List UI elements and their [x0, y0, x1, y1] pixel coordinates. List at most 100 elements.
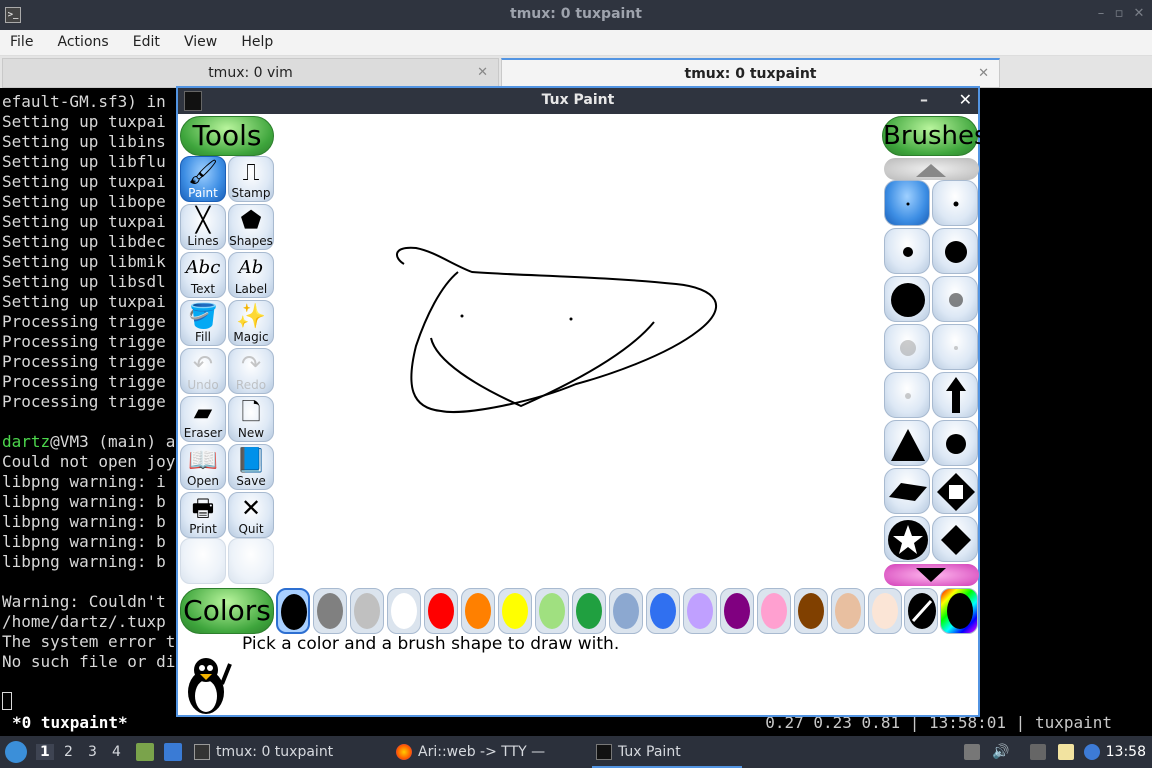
- menu-view[interactable]: View: [174, 30, 226, 50]
- task-terminal[interactable]: tmux: 0 tuxpaint: [190, 736, 380, 768]
- menu-help[interactable]: Help: [231, 30, 282, 50]
- tool-redo-button[interactable]: ↷ Redo: [228, 348, 274, 394]
- brush-diamond-button[interactable]: [932, 516, 978, 562]
- tool-label-button[interactable]: Ab Label: [228, 252, 274, 298]
- brush-round-button[interactable]: [932, 420, 978, 466]
- tab-vim[interactable]: tmux: 0 vim ✕: [2, 58, 499, 88]
- brush-large-dot-button[interactable]: [932, 228, 978, 274]
- brush-fuzzy-dot-button[interactable]: [932, 276, 978, 322]
- tools-header: Tools: [180, 116, 274, 156]
- brush-triangle-button[interactable]: [884, 420, 930, 466]
- workspace-3[interactable]: 3: [88, 744, 97, 760]
- tool-lines-button[interactable]: ╳ Lines: [180, 204, 226, 250]
- tool-save-button[interactable]: 📘 Save: [228, 444, 274, 490]
- color-swatch[interactable]: [424, 588, 458, 634]
- color-swatch[interactable]: [461, 588, 495, 634]
- color-swatch[interactable]: [609, 588, 643, 634]
- color-swatch[interactable]: [276, 588, 310, 634]
- eyedropper-icon: [908, 593, 936, 629]
- brush-soft-gray-tiny-button[interactable]: [884, 372, 930, 418]
- brush-triangle-icon: [891, 429, 925, 461]
- color-swatch[interactable]: [646, 588, 680, 634]
- brush-soft-gray-button[interactable]: [884, 324, 930, 370]
- tab-tuxpaint[interactable]: tmux: 0 tuxpaint ✕: [501, 58, 1000, 88]
- color-swatch[interactable]: [498, 588, 532, 634]
- menu-actions[interactable]: Actions: [48, 30, 118, 50]
- terminal-line: libpng warning: b: [2, 492, 166, 511]
- brush-soft-gray-tiny-icon: [905, 393, 911, 399]
- brush-round-icon: [946, 434, 966, 454]
- task-firefox[interactable]: Ari::web -> TTY — Mo...: [392, 736, 582, 768]
- tool-undo-button[interactable]: ↶ Undo: [180, 348, 226, 394]
- color-swatch[interactable]: [313, 588, 347, 634]
- menu-file[interactable]: File: [0, 30, 42, 50]
- rainbow-color-picker-button[interactable]: [940, 588, 978, 634]
- tool-shapes-button[interactable]: ⬟ Shapes: [228, 204, 274, 250]
- terminal-line: libpng warning: b: [2, 552, 166, 571]
- eject-icon[interactable]: [964, 744, 980, 760]
- maximize-icon[interactable]: ▫: [1110, 5, 1128, 23]
- color-swatch[interactable]: [794, 588, 828, 634]
- tab-close-icon[interactable]: ✕: [978, 60, 989, 88]
- tool-paint-button[interactable]: 🖌 Paint: [180, 156, 226, 202]
- brush-tiny-dot-button[interactable]: [884, 180, 930, 226]
- brush-soft-gray-small-button[interactable]: [932, 324, 978, 370]
- task-terminal-label: tmux: 0 tuxpaint: [216, 744, 334, 760]
- brush-small-dot-button[interactable]: [932, 180, 978, 226]
- color-swatch[interactable]: [350, 588, 384, 634]
- color-swatch[interactable]: [720, 588, 754, 634]
- menu-edit[interactable]: Edit: [123, 30, 169, 50]
- tool-new-button[interactable]: 🗋 New: [228, 396, 274, 442]
- network-icon[interactable]: [1030, 744, 1046, 760]
- brush-xlarge-dot-icon: [891, 283, 925, 317]
- close-icon[interactable]: ✕: [959, 90, 972, 109]
- terminal-line: No such file or di: [2, 652, 176, 671]
- color-swatch[interactable]: [572, 588, 606, 634]
- clipboard-icon[interactable]: [1058, 744, 1074, 760]
- color-dot: [317, 593, 343, 629]
- brush-rhombus-button[interactable]: [884, 468, 930, 514]
- minimize-icon[interactable]: –: [920, 90, 928, 109]
- workspace-1[interactable]: 1: [36, 744, 54, 760]
- drawing-canvas[interactable]: [276, 116, 882, 584]
- brush-arrow-button[interactable]: [932, 372, 978, 418]
- minimize-icon[interactable]: –: [1092, 5, 1110, 23]
- color-swatch[interactable]: [535, 588, 569, 634]
- workspace-2[interactable]: 2: [64, 744, 73, 760]
- color-picker-button[interactable]: [904, 588, 938, 634]
- brushes-scroll-up-button[interactable]: [884, 158, 979, 180]
- color-swatch[interactable]: [683, 588, 717, 634]
- brush-diamond-outline-button[interactable]: [932, 468, 978, 514]
- volume-icon[interactable]: 🔊: [992, 744, 1009, 760]
- tab-vim-label: tmux: 0 vim: [208, 65, 293, 81]
- tool-text-button[interactable]: Abc Text: [180, 252, 226, 298]
- workspace-4[interactable]: 4: [112, 744, 121, 760]
- task-tuxpaint[interactable]: Tux Paint: [592, 736, 742, 768]
- close-icon[interactable]: ✕: [1130, 5, 1148, 23]
- updates-icon[interactable]: [1084, 744, 1100, 760]
- color-swatch[interactable]: [831, 588, 865, 634]
- tool-open-button[interactable]: 📖 Open: [180, 444, 226, 490]
- color-swatch[interactable]: [757, 588, 791, 634]
- undo-icon: ↶: [192, 350, 214, 378]
- terminal-line: libpng warning: i: [2, 472, 166, 491]
- file-manager-icon[interactable]: [136, 743, 154, 761]
- terminal-line: Processing trigge: [2, 332, 166, 351]
- start-menu-icon[interactable]: [5, 741, 27, 763]
- tool-print-button[interactable]: 🖶 Print: [180, 492, 226, 538]
- tool-fill-button[interactable]: 🪣 Fill: [180, 300, 226, 346]
- tool-stamp-button[interactable]: ⎍ Stamp: [228, 156, 274, 202]
- terminal-line: Setting up libdec: [2, 232, 166, 251]
- brush-star-button[interactable]: [884, 516, 930, 562]
- tool-quit-button[interactable]: ✕ Quit: [228, 492, 274, 538]
- show-desktop-icon[interactable]: [164, 743, 182, 761]
- brush-xlarge-dot-button[interactable]: [884, 276, 930, 322]
- tab-close-icon[interactable]: ✕: [477, 59, 488, 87]
- empty-tool-slot: [180, 538, 226, 584]
- tool-eraser-button[interactable]: ▰ Eraser: [180, 396, 226, 442]
- brush-medium-dot-button[interactable]: [884, 228, 930, 274]
- brushes-scroll-down-button[interactable]: [884, 564, 979, 586]
- color-swatch[interactable]: [868, 588, 902, 634]
- tool-magic-button[interactable]: ✨ Magic: [228, 300, 274, 346]
- color-swatch[interactable]: [387, 588, 421, 634]
